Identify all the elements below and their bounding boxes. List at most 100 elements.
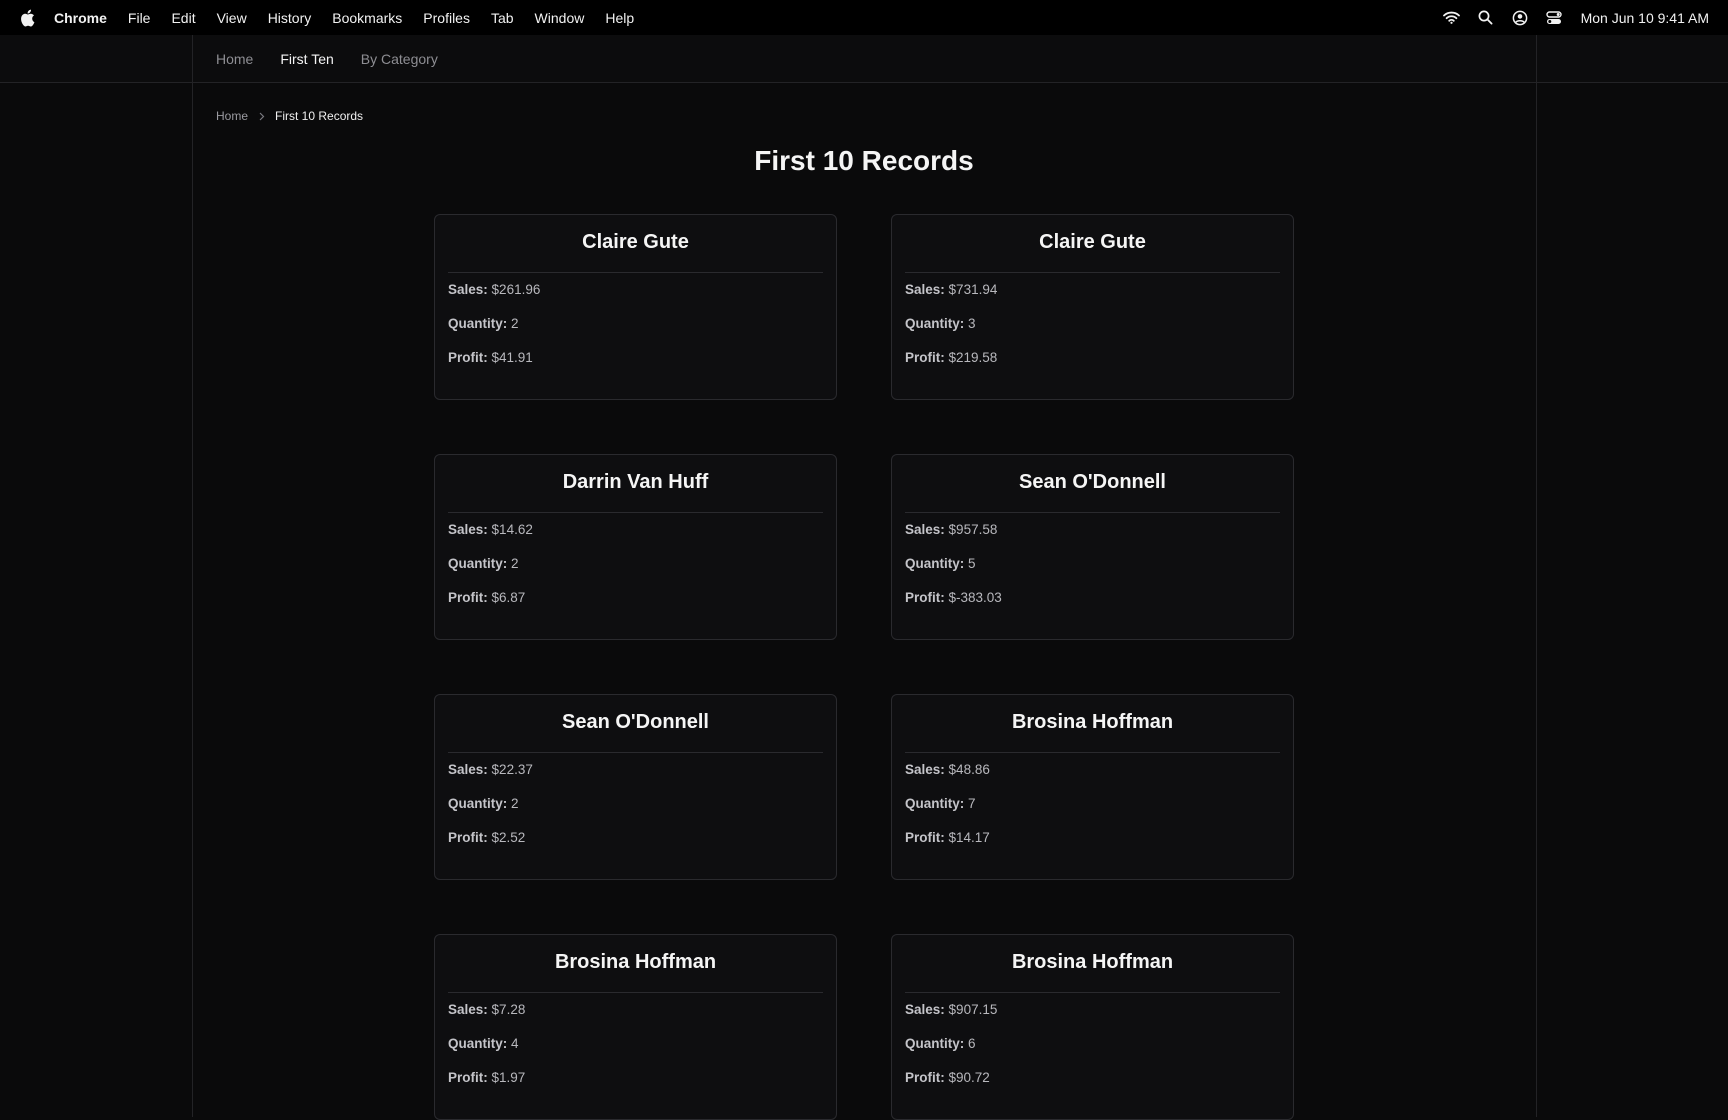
quantity-label: Quantity: [448, 556, 508, 571]
menu-file[interactable]: File [128, 10, 151, 26]
quantity-label: Quantity: [905, 316, 965, 331]
main-content: Home First 10 Records First 10 Records C… [193, 83, 1536, 1120]
profit-field: Profit: $14.17 [905, 821, 1280, 855]
quantity-value: 4 [511, 1036, 519, 1051]
profit-value: $41.91 [491, 350, 533, 365]
menu-clock[interactable]: Mon Jun 10 9:41 AM [1581, 10, 1709, 26]
record-name: Brosina Hoffman [905, 935, 1280, 993]
quantity-value: 2 [511, 316, 519, 331]
sales-value: $7.28 [491, 1002, 526, 1017]
record-name: Brosina Hoffman [448, 935, 823, 993]
nav-link-home[interactable]: Home [216, 51, 253, 67]
menu-app-chrome[interactable]: Chrome [54, 10, 107, 26]
record-card[interactable]: Sean O'Donnell Sales: $957.58 Quantity: … [891, 454, 1294, 640]
menu-bar: Chrome File Edit View History Bookmarks … [0, 0, 1728, 35]
record-name: Claire Gute [448, 215, 823, 273]
quantity-field: Quantity: 2 [448, 307, 823, 341]
record-card[interactable]: Darrin Van Huff Sales: $14.62 Quantity: … [434, 454, 837, 640]
profit-value: $-383.03 [948, 590, 1002, 605]
nav-link-first-ten[interactable]: First Ten [280, 51, 333, 67]
profit-field: Profit: $1.97 [448, 1061, 823, 1095]
profit-value: $2.52 [491, 830, 526, 845]
record-name: Brosina Hoffman [905, 695, 1280, 753]
sales-label: Sales: [448, 282, 488, 297]
record-card[interactable]: Claire Gute Sales: $261.96 Quantity: 2 P… [434, 214, 837, 400]
profit-value: $14.17 [948, 830, 990, 845]
profit-label: Profit: [448, 1070, 488, 1085]
apple-icon[interactable] [18, 9, 36, 27]
sales-field: Sales: $261.96 [448, 273, 823, 307]
quantity-value: 5 [968, 556, 976, 571]
user-icon[interactable] [1511, 9, 1529, 27]
breadcrumb: Home First 10 Records [216, 109, 363, 123]
top-nav: Home First Ten By Category [0, 35, 1728, 83]
sales-value: $22.37 [491, 762, 533, 777]
profit-label: Profit: [905, 350, 945, 365]
profit-value: $219.58 [948, 350, 998, 365]
sales-field: Sales: $22.37 [448, 753, 823, 787]
quantity-label: Quantity: [448, 1036, 508, 1051]
quantity-label: Quantity: [905, 796, 965, 811]
menu-window[interactable]: Window [535, 10, 585, 26]
record-card[interactable]: Brosina Hoffman Sales: $907.15 Quantity:… [891, 934, 1294, 1120]
menu-history[interactable]: History [268, 10, 312, 26]
sales-field: Sales: $48.86 [905, 753, 1280, 787]
breadcrumb-home[interactable]: Home [216, 109, 248, 123]
menu-profiles[interactable]: Profiles [423, 10, 470, 26]
record-card[interactable]: Claire Gute Sales: $731.94 Quantity: 3 P… [891, 214, 1294, 400]
sales-field: Sales: $731.94 [905, 273, 1280, 307]
menu-bookmarks[interactable]: Bookmarks [332, 10, 402, 26]
quantity-field: Quantity: 2 [448, 547, 823, 581]
sales-value: $14.62 [491, 522, 533, 537]
sales-field: Sales: $957.58 [905, 513, 1280, 547]
menu-view[interactable]: View [217, 10, 247, 26]
record-card[interactable]: Brosina Hoffman Sales: $48.86 Quantity: … [891, 694, 1294, 880]
quantity-field: Quantity: 7 [905, 787, 1280, 821]
sales-value: $48.86 [948, 762, 990, 777]
sales-label: Sales: [448, 762, 488, 777]
profit-label: Profit: [448, 350, 488, 365]
record-name: Sean O'Donnell [905, 455, 1280, 513]
profit-label: Profit: [905, 830, 945, 845]
quantity-value: 6 [968, 1036, 976, 1051]
sales-label: Sales: [905, 1002, 945, 1017]
sales-label: Sales: [448, 1002, 488, 1017]
profit-field: Profit: $90.72 [905, 1061, 1280, 1095]
search-icon[interactable] [1477, 9, 1495, 27]
quantity-value: 2 [511, 796, 519, 811]
quantity-value: 2 [511, 556, 519, 571]
quantity-value: 3 [968, 316, 976, 331]
nav-link-by-category[interactable]: By Category [361, 51, 438, 67]
menu-tab[interactable]: Tab [491, 10, 514, 26]
profit-label: Profit: [905, 590, 945, 605]
profit-label: Profit: [905, 1070, 945, 1085]
quantity-label: Quantity: [905, 556, 965, 571]
sales-field: Sales: $907.15 [905, 993, 1280, 1027]
profit-field: Profit: $-383.03 [905, 581, 1280, 615]
record-card[interactable]: Brosina Hoffman Sales: $7.28 Quantity: 4… [434, 934, 837, 1120]
profit-label: Profit: [448, 830, 488, 845]
sales-label: Sales: [448, 522, 488, 537]
wifi-icon[interactable] [1443, 9, 1461, 27]
menu-edit[interactable]: Edit [171, 10, 195, 26]
record-name: Darrin Van Huff [448, 455, 823, 513]
sales-label: Sales: [905, 282, 945, 297]
record-name: Claire Gute [905, 215, 1280, 273]
record-name: Sean O'Donnell [448, 695, 823, 753]
profit-value: $6.87 [491, 590, 526, 605]
record-card[interactable]: Sean O'Donnell Sales: $22.37 Quantity: 2… [434, 694, 837, 880]
quantity-value: 7 [968, 796, 976, 811]
sales-value: $731.94 [948, 282, 998, 297]
sales-value: $261.96 [491, 282, 541, 297]
profit-field: Profit: $219.58 [905, 341, 1280, 375]
control-center-icon[interactable] [1545, 9, 1563, 27]
quantity-field: Quantity: 6 [905, 1027, 1280, 1061]
menu-help[interactable]: Help [605, 10, 634, 26]
quantity-field: Quantity: 3 [905, 307, 1280, 341]
breadcrumb-current: First 10 Records [275, 109, 364, 123]
profit-field: Profit: $2.52 [448, 821, 823, 855]
status-area: Mon Jun 10 9:41 AM [1427, 9, 1709, 27]
quantity-label: Quantity: [448, 316, 508, 331]
sales-field: Sales: $14.62 [448, 513, 823, 547]
profit-value: $90.72 [948, 1070, 990, 1085]
